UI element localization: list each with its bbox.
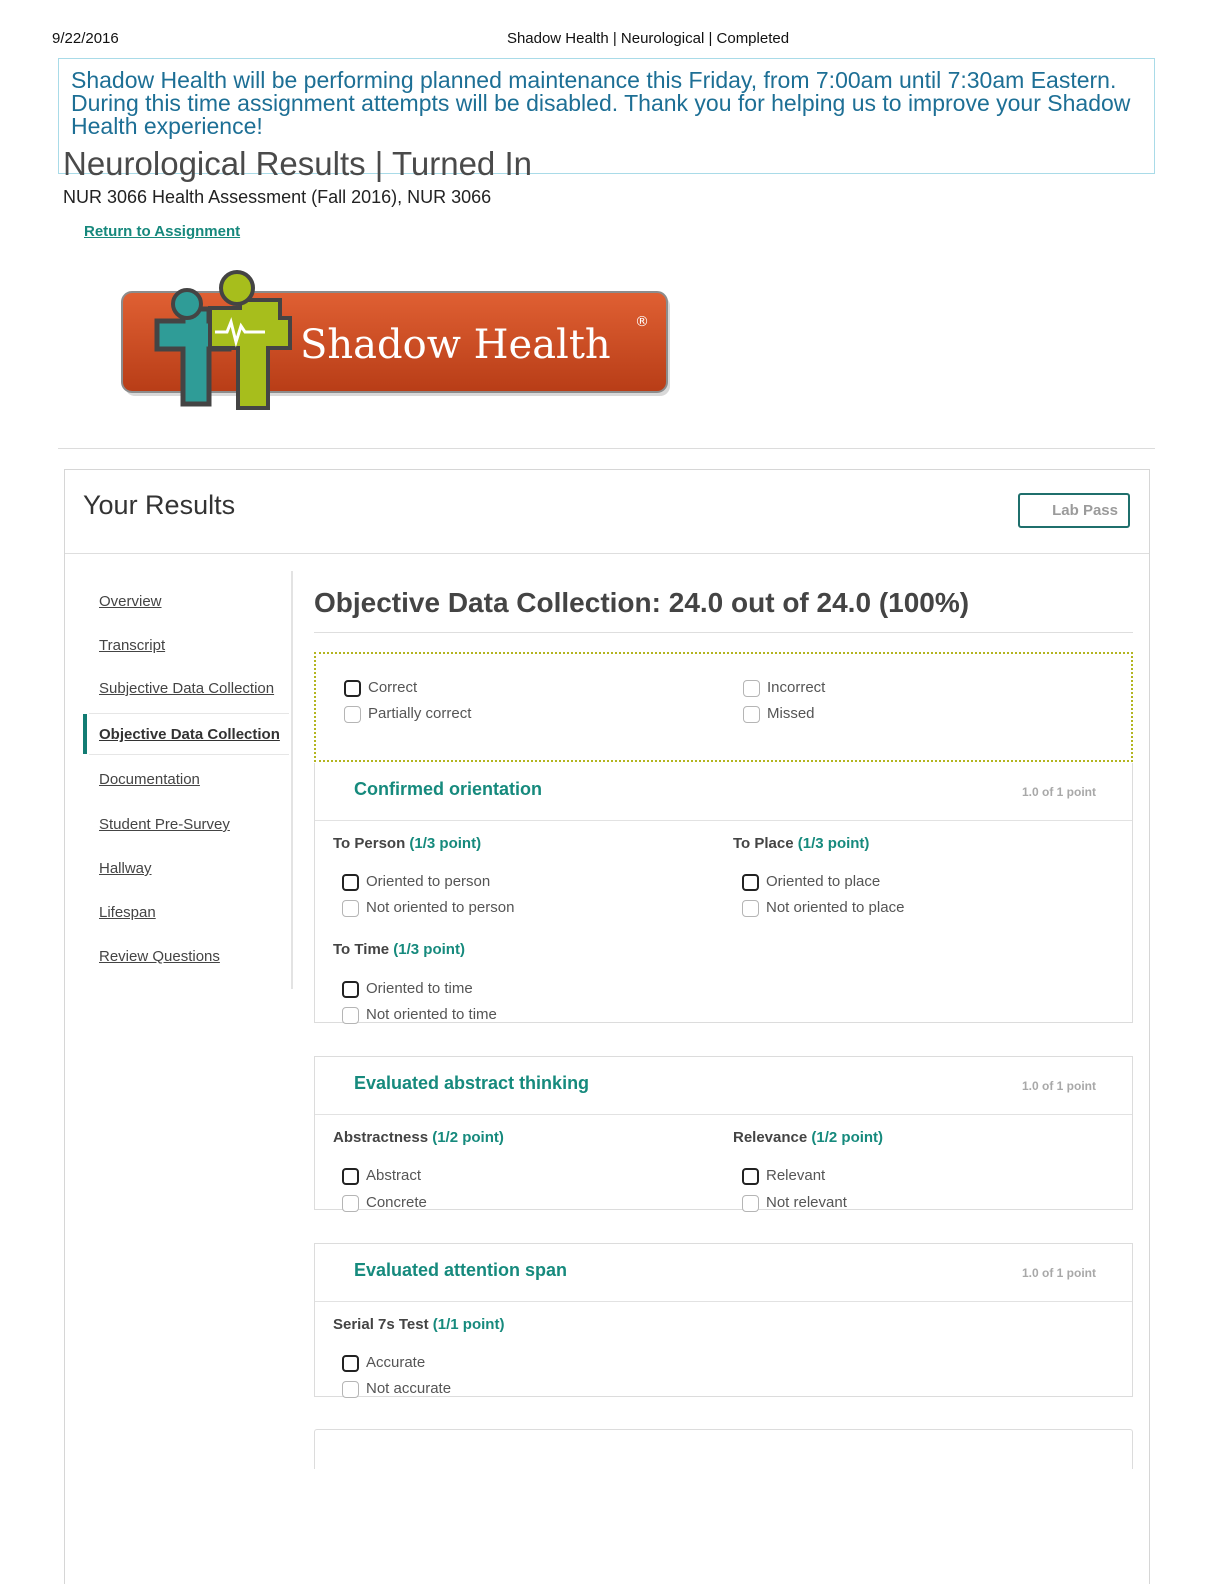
group-label: To Time (1/3 point) xyxy=(333,941,465,958)
legend-label: Partially correct xyxy=(368,705,472,722)
sidebar-item-lifespan[interactable]: Lifespan xyxy=(99,904,156,921)
checkbox-icon xyxy=(742,900,759,917)
group-name: Relevance xyxy=(733,1129,808,1146)
checkbox-icon xyxy=(342,900,359,917)
checkbox-checked-icon xyxy=(742,874,759,891)
shadow-health-logo: Shadow Health ® xyxy=(115,266,675,416)
checkbox-icon xyxy=(743,706,760,723)
svg-text:®: ® xyxy=(635,314,649,330)
block-header: Evaluated attention span 1.0 of 1 point xyxy=(315,1244,1132,1302)
sidebar-item-hallway[interactable]: Hallway xyxy=(99,860,152,877)
legend-label: Incorrect xyxy=(767,679,826,696)
checkbox-icon xyxy=(742,1195,759,1212)
group-points: (1/2 point) xyxy=(811,1129,884,1146)
sidebar-item-subjective-data-collection[interactable]: Subjective Data Collection xyxy=(99,680,274,697)
checkbox-icon xyxy=(342,1195,359,1212)
option-label: Accurate xyxy=(366,1354,426,1371)
section-title: Objective Data Collection: 24.0 out of 2… xyxy=(314,587,970,618)
result-block-next xyxy=(314,1429,1133,1469)
checkbox-icon xyxy=(344,706,361,723)
block-header: Confirmed orientation 1.0 of 1 point xyxy=(315,763,1132,821)
legend-label: Correct xyxy=(368,679,418,696)
group-name: Abstractness xyxy=(333,1129,429,1146)
sidebar-item-transcript[interactable]: Transcript xyxy=(99,637,165,654)
divider xyxy=(58,448,1155,449)
group-points: (1/3 point) xyxy=(409,835,482,852)
sidebar-item-student-pre-survey[interactable]: Student Pre-Survey xyxy=(99,816,230,833)
course-name: NUR 3066 Health Assessment (Fall 2016), … xyxy=(63,187,492,207)
maintenance-banner: Shadow Health will be performing planned… xyxy=(58,58,1155,182)
group-label: Abstractness (1/2 point) xyxy=(333,1129,504,1146)
checkbox-checked-icon xyxy=(742,1168,759,1185)
checkbox-icon xyxy=(342,1381,359,1398)
group-name: Serial 7s Test xyxy=(333,1316,429,1333)
option-label: Oriented to time xyxy=(366,980,473,997)
active-item-indicator xyxy=(83,714,87,754)
group-name: To Time xyxy=(333,941,390,958)
results-title: Your Results xyxy=(83,490,236,520)
sidebar-item-overview[interactable]: Overview xyxy=(99,593,162,610)
return-to-assignment-link[interactable]: Return to Assignment xyxy=(84,223,240,240)
group-label: To Place (1/3 point) xyxy=(733,835,869,852)
result-block-orientation: Confirmed orientation 1.0 of 1 point To … xyxy=(314,763,1133,1024)
results-sidebar: Overview Transcript Subjective Data Coll… xyxy=(81,571,293,989)
option-label: Not oriented to place xyxy=(766,899,905,916)
legend-label: Missed xyxy=(767,705,815,722)
lab-pass-button[interactable]: Lab Pass xyxy=(1018,493,1130,528)
results-card: Your Results Lab Pass Overview Transcrip… xyxy=(64,469,1150,1584)
option-label: Not accurate xyxy=(366,1380,452,1397)
block-title: Evaluated attention span xyxy=(354,1260,568,1280)
card-divider xyxy=(65,553,1149,554)
checkbox-checked-icon xyxy=(344,680,361,697)
block-score: 1.0 of 1 point xyxy=(1021,785,1096,799)
block-title: Confirmed orientation xyxy=(354,779,542,799)
group-points: (1/3 point) xyxy=(393,941,465,958)
print-title: Shadow Health | Neurological | Completed xyxy=(506,30,790,47)
sidebar-item-documentation[interactable]: Documentation xyxy=(99,771,200,788)
checkbox-checked-icon xyxy=(342,874,359,891)
banner-message: Shadow Health will be performing planned… xyxy=(71,67,1131,139)
option-label: Not relevant xyxy=(766,1194,847,1211)
option-label: Oriented to person xyxy=(366,873,491,890)
option-label: Abstract xyxy=(366,1167,422,1184)
option-label: Oriented to place xyxy=(766,873,881,890)
option-label: Not oriented to time xyxy=(366,1006,497,1023)
group-label: To Person (1/3 point) xyxy=(333,835,481,852)
group-label: Serial 7s Test (1/1 point) xyxy=(333,1316,504,1333)
block-score: 1.0 of 1 point xyxy=(1021,1079,1096,1093)
group-points: (1/3 point) xyxy=(797,835,870,852)
group-name: To Place xyxy=(733,835,794,852)
block-header: Evaluated abstract thinking 1.0 of 1 poi… xyxy=(315,1057,1132,1115)
page-title: Neurological Results | Turned In xyxy=(63,145,532,182)
checkbox-icon xyxy=(342,1007,359,1024)
result-block-attention-span: Evaluated attention span 1.0 of 1 point … xyxy=(314,1243,1133,1398)
option-label: Concrete xyxy=(366,1194,427,1211)
legend: Correct Partially correct Incorrect Miss… xyxy=(314,652,1133,762)
checkbox-checked-icon xyxy=(342,1355,359,1372)
print-header: 9/22/2016 Shadow Health | Neurological |… xyxy=(0,30,1224,50)
sidebar-item-objective-data-collection[interactable]: Objective Data Collection xyxy=(99,726,280,743)
checkbox-icon xyxy=(743,680,760,697)
group-label: Relevance (1/2 point) xyxy=(733,1129,883,1146)
option-label: Not oriented to person xyxy=(366,899,515,916)
block-title: Evaluated abstract thinking xyxy=(354,1073,590,1093)
title-rule xyxy=(314,632,1133,633)
option-label: Relevant xyxy=(766,1167,826,1184)
group-points: (1/2 point) xyxy=(432,1129,504,1146)
group-points: (1/1 point) xyxy=(432,1316,505,1333)
sidebar-item-review-questions[interactable]: Review Questions xyxy=(99,948,220,965)
checkbox-checked-icon xyxy=(342,981,359,998)
group-name: To Person xyxy=(333,835,406,852)
logo-text: Shadow Health xyxy=(300,322,611,368)
block-score: 1.0 of 1 point xyxy=(1021,1266,1096,1280)
result-block-abstract-thinking: Evaluated abstract thinking 1.0 of 1 poi… xyxy=(314,1056,1133,1212)
checkbox-checked-icon xyxy=(342,1168,359,1185)
